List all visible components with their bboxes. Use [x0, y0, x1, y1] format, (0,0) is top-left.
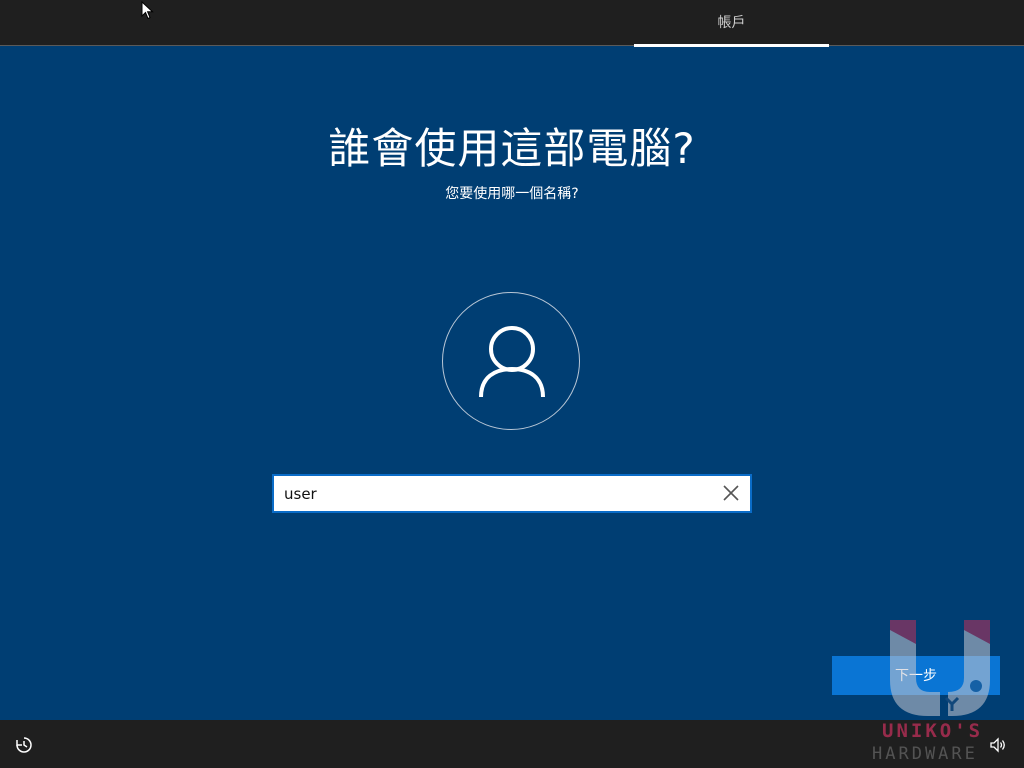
username-input[interactable]: [284, 476, 704, 511]
username-field[interactable]: [272, 474, 752, 513]
main-panel: 誰會使用這部電腦? 您要使用哪一個名稱? 下一步: [0, 47, 1024, 720]
tab-account[interactable]: 帳戶: [634, 0, 829, 46]
volume-icon[interactable]: [989, 736, 1007, 754]
bottom-bar: [0, 720, 1024, 768]
close-icon[interactable]: [722, 484, 740, 502]
top-bar: 帳戶: [0, 0, 1024, 47]
ease-of-access-icon[interactable]: [14, 735, 34, 755]
page-subtitle: 您要使用哪一個名稱?: [445, 186, 579, 202]
person-icon: [479, 326, 545, 398]
avatar: [442, 292, 580, 430]
mouse-cursor-icon: [141, 1, 154, 20]
page-title: 誰會使用這部電腦?: [328, 124, 696, 173]
next-button[interactable]: 下一步: [832, 656, 1000, 695]
